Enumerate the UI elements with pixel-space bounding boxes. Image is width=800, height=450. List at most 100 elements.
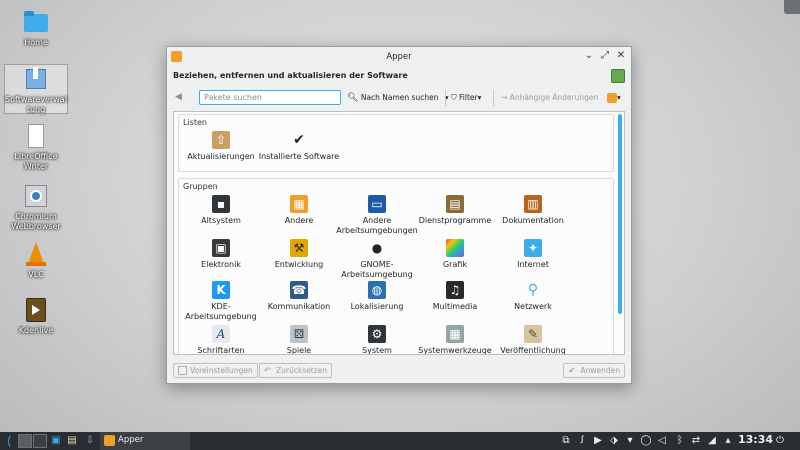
group-item-andere[interactable]: ▦ Andere (257, 195, 341, 226)
filter-label: Filter (459, 93, 478, 102)
group-item-netzwerk[interactable]: ⚲ Netzwerk (491, 281, 575, 312)
defaults-icon (178, 366, 187, 375)
desktop-icon-chromium[interactable]: Chromium Webbrowser (4, 182, 68, 232)
documentation-book-icon: ▥ (524, 195, 542, 213)
group-item-kommunikation[interactable]: ☎ Kommunikation (257, 281, 341, 312)
task-label: Apper (118, 435, 144, 445)
group-item-label: KDE-Arbeitsumgebung (185, 302, 257, 321)
back-arrow-icon[interactable]: ◀ (175, 91, 187, 103)
electronics-icon: ▣ (212, 239, 230, 257)
input-method-icon[interactable]: ꭍ (576, 434, 588, 448)
file-manager-icon[interactable]: ▣ (50, 434, 62, 448)
network-tray-icon[interactable]: ◢ (706, 434, 718, 448)
software-center-icon[interactable]: ⇩ (84, 434, 96, 448)
group-item-label: Altsystem (201, 216, 241, 225)
group-item-entwicklung[interactable]: ⚒ Entwicklung (257, 239, 341, 270)
clipboard-icon[interactable]: ⧉ (560, 434, 572, 448)
power-icon[interactable]: ⏻ (774, 434, 786, 448)
close-icon[interactable]: ✕ (615, 50, 627, 62)
desktop-icon-vlc[interactable]: VLC (4, 240, 68, 280)
apply-check-icon: ✔ (568, 366, 576, 375)
gnome-foot-icon: ● (371, 241, 383, 255)
pending-label: Anhängige Änderungen (509, 93, 599, 102)
defaults-button-label: Voreinstellungen (190, 366, 253, 375)
window-title: Apper (386, 52, 412, 62)
desktop-icon-softwareverwaltung[interactable]: Softwareverwaltung (4, 64, 68, 114)
group-item-dokumentation[interactable]: ▥ Dokumentation (491, 195, 575, 226)
kde-icon: K (212, 281, 230, 299)
defaults-button[interactable]: Voreinstellungen (173, 363, 258, 378)
tray-expand-icon[interactable]: ▴ (722, 434, 734, 448)
group-item-altsystem[interactable]: ▪ Altsystem (179, 195, 263, 226)
toolbar-separator (445, 90, 446, 106)
titlebar[interactable]: Apper ⌄ ⤢ ✕ (167, 47, 631, 67)
group-item-kde[interactable]: K KDE-Arbeitsumgebung (179, 281, 263, 322)
chromium-icon (22, 182, 50, 210)
scrollbar[interactable] (618, 114, 622, 352)
checkmark-icon: ✔ (293, 132, 305, 148)
desktop-icon-libreoffice-writer[interactable]: LibreOffice Writer (4, 122, 68, 172)
text-editor-icon[interactable]: ▤ (66, 434, 78, 448)
reset-button-label: Zurücksetzen (276, 366, 327, 375)
group-item-spiele[interactable]: ⚄ Spiele (257, 325, 341, 354)
dropbox-icon[interactable]: ⬗ (608, 434, 620, 448)
group-item-internet[interactable]: ✦ Internet (491, 239, 575, 270)
top-right-corner-chip (784, 0, 800, 14)
group-item-label: Andere Arbeitsumgebungen (336, 216, 418, 235)
minimize-icon[interactable]: ⌄ (583, 50, 595, 62)
list-item-updates[interactable]: ⇧ Aktualisierungen (179, 131, 263, 162)
vlc-cone-icon (22, 240, 50, 268)
desktop-icon-label: Chromium Webbrowser (11, 212, 61, 231)
group-item-schriftarten[interactable]: A Schriftarten (179, 325, 263, 354)
group-item-label: Veröffentlichung (500, 346, 566, 355)
chat-icon[interactable]: ◯ (640, 434, 652, 448)
notifications-icon[interactable]: ▾ (624, 434, 636, 448)
install-package-icon[interactable] (611, 69, 625, 83)
group-item-elektronik[interactable]: ▣ Elektronik (179, 239, 263, 270)
group-item-multimedia[interactable]: ♫ Multimedia (413, 281, 497, 312)
apply-button[interactable]: ✔ Anwenden (563, 363, 625, 378)
media-play-icon[interactable]: ▶ (592, 434, 604, 448)
group-item-system[interactable]: ⚙ System (335, 325, 419, 354)
filter-button[interactable]: ⛉ Filter▾ (451, 91, 481, 105)
groups-title: Gruppen (183, 182, 218, 191)
desktop-pager-2[interactable] (33, 434, 47, 448)
group-item-grafik[interactable]: Grafik (413, 239, 497, 270)
group-item-andere-arbeitsumgebungen[interactable]: ▭ Andere Arbeitsumgebungen (335, 195, 419, 236)
list-item-label: Aktualisierungen (187, 152, 255, 161)
software-package-icon (22, 65, 50, 93)
group-item-systemwerkzeuge[interactable]: ▦ Systemwerkzeuge (413, 325, 497, 355)
bottom-button-bar: Voreinstellungen ↶ Zurücksetzen ✔ Anwend… (171, 361, 627, 379)
group-item-veroeffentlichung[interactable]: ✎ Veröffentlichung (491, 325, 575, 355)
reset-button[interactable]: ↶ Zurücksetzen (259, 363, 332, 378)
group-item-gnome[interactable]: ● GNOME-Arbeitsumgebung (335, 239, 419, 280)
taskbar: ⟨ ▣ ▤ ⇩ Apper ⧉ ꭍ ▶ ⬗ ▾ ◯ ◁ ᛒ ⇄ ◢ ▴ 13:3… (0, 432, 800, 450)
pending-changes-button[interactable]: ↪ Anhängige Änderungen (501, 91, 598, 105)
group-item-label: Kommunikation (267, 302, 331, 311)
display-icon[interactable]: ⇄ (690, 434, 702, 448)
volume-icon[interactable]: ◁ (656, 434, 668, 448)
list-item-installed-software[interactable]: ✔ Installierte Software (257, 131, 341, 162)
maximize-icon[interactable]: ⤢ (599, 50, 611, 62)
desktop-icon-label: LibreOffice Writer (14, 152, 58, 171)
application-launcher-icon[interactable]: ⟨ (2, 434, 16, 448)
scrollbar-thumb[interactable] (618, 114, 622, 314)
desktop-icon-kdenlive[interactable]: Kdenlive (4, 296, 68, 336)
group-item-dienstprogramme[interactable]: ▤ Dienstprogramme (413, 195, 497, 226)
lists-group: Listen ⇧ Aktualisierungen ✔ Installierte… (178, 114, 614, 172)
bluetooth-icon[interactable]: ᛒ (674, 434, 686, 448)
group-item-label: Multimedia (432, 302, 478, 311)
clock[interactable]: 13:34 (738, 433, 773, 446)
group-item-lokalisierung[interactable]: ◍ Lokalisierung (335, 281, 419, 312)
search-mode-button[interactable]: 🔍︎ Nach Namen suchen ▾ (347, 91, 449, 105)
category-view: Listen ⇧ Aktualisierungen ✔ Installierte… (173, 111, 625, 355)
task-apper[interactable]: Apper (100, 432, 190, 450)
system-tools-icon: ▦ (446, 325, 464, 343)
search-input[interactable] (199, 90, 341, 105)
group-item-label: Systemwerkzeuge (418, 346, 492, 355)
desktop-pager-1[interactable] (18, 434, 32, 448)
desktop-icon-home[interactable]: Home (4, 8, 68, 48)
settings-menu-button[interactable]: ▾ (607, 91, 621, 105)
group-item-label: Elektronik (201, 260, 241, 269)
group-item-label: Dienstprogramme (418, 216, 492, 225)
